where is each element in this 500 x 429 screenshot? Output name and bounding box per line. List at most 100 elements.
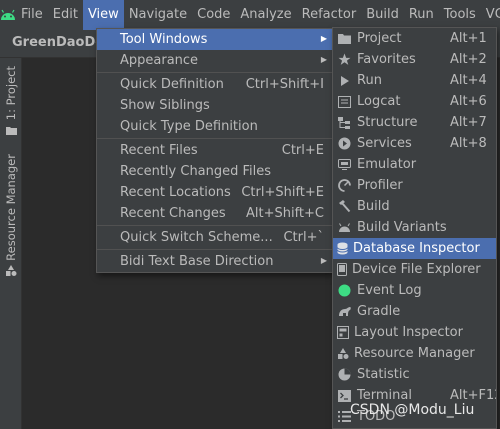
star-icon <box>337 52 352 67</box>
tool-item-profiler[interactable]: Profiler <box>333 175 496 196</box>
logcat-icon <box>337 94 352 109</box>
tool-item-project[interactable]: Project Alt+1 <box>333 28 496 49</box>
menu-item-label: Quick Type Definition <box>120 119 258 134</box>
tool-item-gradle[interactable]: Gradle <box>333 301 496 322</box>
menu-separator <box>97 72 332 73</box>
device-icon <box>337 262 347 277</box>
resource-manager-tool-tab[interactable]: Resource Manager <box>0 154 22 281</box>
left-tool-strip: 1: Project Resource Manager <box>0 58 22 429</box>
project-tool-tab[interactable]: 1: Project <box>0 66 22 139</box>
menu-item-label: Quick Definition <box>120 77 224 92</box>
tool-item-label: Profiler <box>357 178 403 193</box>
tool-item-shortcut: Alt+1 <box>450 31 487 46</box>
emulator-icon <box>337 157 352 172</box>
menu-vcs[interactable]: VC <box>481 0 500 30</box>
tool-item-label: Gradle <box>357 304 401 319</box>
menu-item-quick-type-definition[interactable]: Quick Type Definition <box>97 116 332 137</box>
hammer-icon <box>337 199 352 214</box>
menu-item-shortcut: Ctrl+Shift+E <box>241 185 324 200</box>
android-studio-logo-icon <box>0 0 16 30</box>
tool-item-label: Emulator <box>357 157 417 172</box>
tool-item-shortcut: Alt+6 <box>450 94 487 109</box>
tool-item-label: Layout Inspector <box>354 325 463 340</box>
tool-item-label: Build <box>357 199 390 214</box>
submenu-arrow-icon: ▶ <box>320 34 327 43</box>
menu-edit[interactable]: Edit <box>48 0 83 30</box>
menu-item-quick-switch-scheme[interactable]: Quick Switch Scheme... Ctrl+` <box>97 227 332 248</box>
menu-item-show-siblings[interactable]: Show Siblings <box>97 95 332 116</box>
services-icon <box>337 136 352 151</box>
menu-item-recent-files[interactable]: Recent Files Ctrl+E <box>97 140 332 161</box>
tool-windows-submenu: Project Alt+1 Favorites Alt+2 Run Alt+4 … <box>332 27 497 429</box>
profiler-icon <box>337 178 352 193</box>
tool-item-label: Resource Manager <box>354 346 475 361</box>
tool-item-build[interactable]: Build <box>333 196 496 217</box>
menu-navigate[interactable]: Navigate <box>124 0 192 30</box>
menu-item-recent-changes[interactable]: Recent Changes Alt+Shift+C <box>97 203 332 224</box>
main-menu-bar: File Edit View Navigate Code Analyze Ref… <box>0 0 500 30</box>
menu-run[interactable]: Run <box>404 0 439 30</box>
resource-manager-icon <box>5 264 17 281</box>
menu-view[interactable]: View <box>82 0 124 30</box>
tool-item-shortcut: Alt+2 <box>450 52 487 67</box>
tool-item-shortcut: Alt+4 <box>450 73 487 88</box>
layout-inspector-icon <box>337 325 349 340</box>
terminal-icon <box>337 388 352 403</box>
resource-manager-tab-label: Resource Manager <box>4 154 18 261</box>
tool-item-event-log[interactable]: Event Log <box>333 280 496 301</box>
menu-file[interactable]: File <box>16 0 48 30</box>
tool-item-statistic[interactable]: Statistic <box>333 364 496 385</box>
view-menu-dropdown: Tool Windows ▶ Appearance ▶ Quick Defini… <box>96 28 333 273</box>
menu-refactor[interactable]: Refactor <box>297 0 362 30</box>
menu-build[interactable]: Build <box>361 0 404 30</box>
tool-item-services[interactable]: Services Alt+8 <box>333 133 496 154</box>
tool-item-label: Device File Explorer <box>352 262 481 277</box>
submenu-arrow-icon: ▶ <box>320 256 327 265</box>
menu-item-label: Bidi Text Base Direction <box>120 254 274 269</box>
menu-item-label: Recent Locations <box>120 185 231 200</box>
tool-item-label: Database Inspector <box>353 241 480 256</box>
tool-item-device-file-explorer[interactable]: Device File Explorer <box>333 259 496 280</box>
menu-item-label: Recent Changes <box>120 206 226 221</box>
tool-item-database-inspector[interactable]: Database Inspector <box>333 238 496 259</box>
menu-item-label: Quick Switch Scheme... <box>120 230 273 245</box>
menu-item-quick-definition[interactable]: Quick Definition Ctrl+Shift+I <box>97 74 332 95</box>
tool-item-label: Project <box>357 31 402 46</box>
tool-item-label: Statistic <box>357 367 410 382</box>
tool-item-layout-inspector[interactable]: Layout Inspector <box>333 322 496 343</box>
tool-item-run[interactable]: Run Alt+4 <box>333 70 496 91</box>
menu-item-shortcut: Ctrl+E <box>281 143 324 158</box>
menu-item-shortcut: Alt+Shift+C <box>245 206 324 221</box>
menu-item-appearance[interactable]: Appearance ▶ <box>97 50 332 71</box>
tool-item-resource-manager[interactable]: Resource Manager <box>333 343 496 364</box>
tool-item-logcat[interactable]: Logcat Alt+6 <box>333 91 496 112</box>
tool-item-shortcut: Alt+7 <box>450 115 487 130</box>
tool-item-shortcut: Alt+8 <box>450 136 487 151</box>
tool-item-structure[interactable]: Structure Alt+7 <box>333 112 496 133</box>
tool-item-label: Favorites <box>357 52 416 67</box>
project-tab-label: 1: Project <box>4 66 18 121</box>
menu-code[interactable]: Code <box>192 0 235 30</box>
resource-icon <box>337 346 349 361</box>
menu-analyze[interactable]: Analyze <box>235 0 296 30</box>
menu-item-recent-locations[interactable]: Recent Locations Ctrl+Shift+E <box>97 182 332 203</box>
tool-item-emulator[interactable]: Emulator <box>333 154 496 175</box>
menu-item-label: Show Siblings <box>120 98 210 113</box>
tool-item-label: Terminal <box>357 388 412 403</box>
menu-separator <box>97 225 332 226</box>
menu-item-tool-windows[interactable]: Tool Windows ▶ <box>97 29 332 50</box>
menu-tools[interactable]: Tools <box>439 0 481 30</box>
folder-icon <box>337 31 352 46</box>
menu-item-bidi-text-base-direction[interactable]: Bidi Text Base Direction ▶ <box>97 251 332 272</box>
tool-item-favorites[interactable]: Favorites Alt+2 <box>333 49 496 70</box>
tool-item-build-variants[interactable]: Build Variants <box>333 217 496 238</box>
tool-item-label: Services <box>357 136 412 151</box>
menu-item-recently-changed-files[interactable]: Recently Changed Files <box>97 161 332 182</box>
menu-item-label: Appearance <box>120 53 199 68</box>
menu-item-label: Recent Files <box>120 143 198 158</box>
database-icon <box>337 241 348 256</box>
event-log-icon <box>337 283 352 298</box>
tool-item-label: Event Log <box>357 283 422 298</box>
tool-item-label: Run <box>357 73 382 88</box>
android-icon <box>337 220 352 235</box>
